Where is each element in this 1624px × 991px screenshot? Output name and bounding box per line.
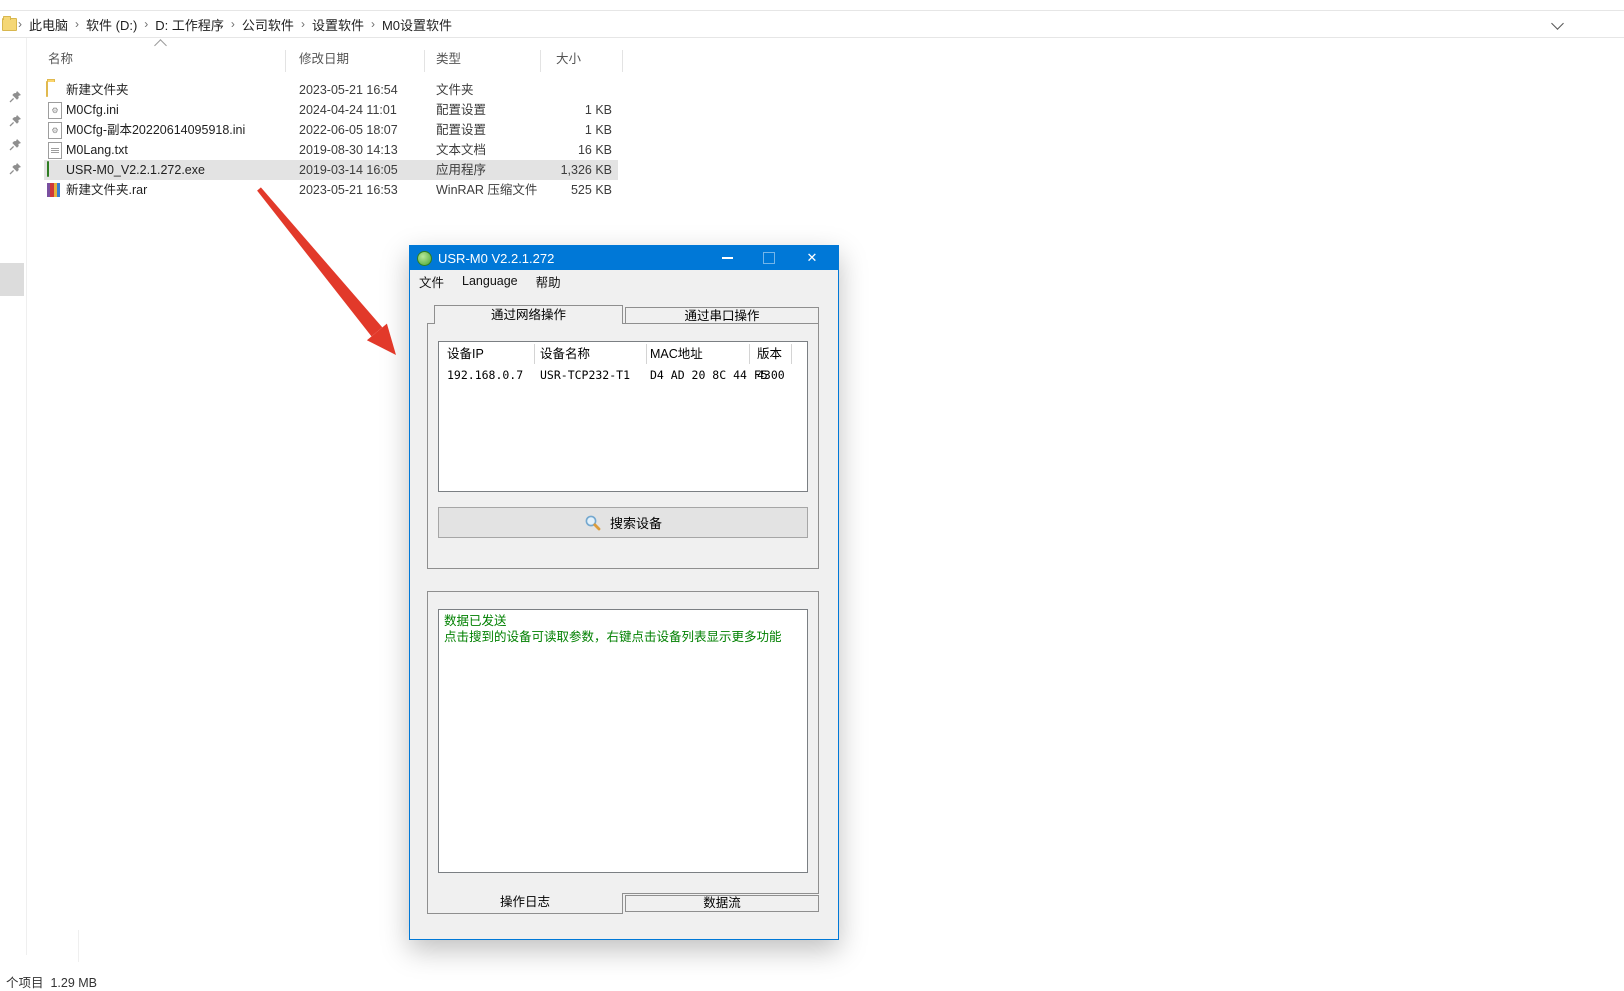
column-header-date[interactable]: 修改日期	[299, 48, 349, 72]
minimize-button[interactable]	[710, 246, 744, 270]
maximize-icon	[763, 252, 775, 264]
device-ip: 192.168.0.7	[447, 367, 523, 383]
rar-file-icon	[46, 182, 62, 198]
dialog-title: USR-M0 V2.2.1.272	[438, 251, 554, 266]
log-line: 数据已发送	[444, 613, 802, 629]
status-bar-text: 个项目 1.29 MB	[6, 972, 97, 991]
usr-m0-app-icon	[417, 251, 432, 266]
device-version: 4300	[757, 367, 785, 383]
column-header-size[interactable]: 大小	[556, 48, 581, 72]
device-col-name[interactable]: 设备名称	[540, 345, 590, 363]
magnifier-icon	[584, 514, 601, 531]
column-divider[interactable]	[622, 50, 623, 72]
tab-network-operation[interactable]: 通过网络操作	[434, 305, 623, 324]
pin-icon	[9, 162, 22, 175]
device-list[interactable]: 设备IP 设备名称 MAC地址 版本 192.168.0.7 USR-TCP23…	[438, 341, 808, 492]
breadcrumb-item-settings-software[interactable]: 设置软件	[306, 15, 370, 34]
file-row-new-folder-rar[interactable]: 新建文件夹.rar 2023-05-21 16:53 WinRAR 压缩文件 5…	[44, 180, 618, 200]
menu-language[interactable]: Language	[453, 270, 527, 292]
ini-file-icon: ⚙	[46, 102, 62, 118]
menu-file[interactable]: 文件	[410, 270, 453, 292]
close-button[interactable]: ✕	[795, 246, 829, 270]
tab-operation-log[interactable]: 操作日志	[427, 893, 623, 914]
operation-log-area[interactable]: 数据已发送 点击搜到的设备可读取参数，右键点击设备列表显示更多功能	[438, 609, 808, 873]
dialog-menubar: 文件 Language 帮助	[410, 270, 838, 292]
search-device-button[interactable]: 搜索设备	[438, 507, 808, 538]
file-row-m0lang-txt[interactable]: M0Lang.txt 2019-08-30 14:13 文本文档 16 KB	[44, 140, 618, 160]
file-row-m0cfg-ini[interactable]: ⚙ M0Cfg.ini 2024-04-24 11:01 配置设置 1 KB	[44, 100, 618, 120]
tab-serial-operation[interactable]: 通过串口操作	[625, 307, 819, 324]
column-divider[interactable]	[424, 50, 425, 72]
exe-file-icon	[46, 162, 62, 178]
device-col-divider	[791, 344, 792, 364]
column-header-name[interactable]: 名称	[48, 48, 73, 72]
ini-file-icon: ⚙	[46, 122, 62, 138]
log-line: 点击搜到的设备可读取参数，右键点击设备列表显示更多功能	[444, 629, 802, 645]
explorer-address-bar: › 此电脑 › 软件 (D:) › D: 工作程序 › 公司软件 › 设置软件 …	[0, 10, 1624, 38]
breadcrumb-item-drive-d[interactable]: 软件 (D:)	[80, 15, 143, 34]
desktop-screenshot: › 此电脑 › 软件 (D:) › D: 工作程序 › 公司软件 › 设置软件 …	[0, 0, 1624, 983]
maximize-button[interactable]	[752, 246, 786, 270]
breadcrumb-item-work-programs[interactable]: D: 工作程序	[149, 15, 230, 34]
status-divider	[78, 930, 79, 962]
breadcrumb-item-m0-settings-software[interactable]: M0设置软件	[376, 15, 458, 34]
txt-file-icon	[46, 142, 62, 158]
pin-icon	[9, 114, 22, 127]
device-col-mac[interactable]: MAC地址	[650, 345, 703, 363]
device-col-divider	[749, 344, 750, 364]
file-row-usr-m0-exe[interactable]: USR-M0_V2.2.1.272.exe 2019-03-14 16:05 应…	[44, 160, 618, 180]
nav-pane-divider	[26, 38, 27, 955]
tab-data-stream[interactable]: 数据流	[625, 895, 819, 912]
usr-m0-dialog: USR-M0 V2.2.1.272 ✕ 文件 Language 帮助 通过网络操…	[409, 245, 839, 940]
pin-icon	[9, 138, 22, 151]
breadcrumb-item-this-pc[interactable]: 此电脑	[23, 15, 74, 34]
sort-ascending-icon	[154, 39, 167, 52]
close-icon: ✕	[807, 246, 818, 270]
folder-icon	[46, 82, 62, 98]
device-col-ip[interactable]: 设备IP	[447, 345, 484, 363]
nav-scrollbar-thumb[interactable]	[0, 263, 24, 296]
device-col-divider	[534, 344, 535, 364]
device-mac: D4 AD 20 8C 44 F5	[650, 367, 768, 383]
breadcrumb-item-company-software[interactable]: 公司软件	[236, 15, 300, 34]
address-folder-icon	[2, 18, 17, 31]
column-header-type[interactable]: 类型	[436, 48, 461, 72]
pin-icon	[9, 90, 22, 103]
device-name: USR-TCP232-T1	[540, 367, 630, 383]
device-col-divider	[646, 344, 647, 364]
search-device-label: 搜索设备	[610, 513, 662, 532]
file-row-new-folder[interactable]: 新建文件夹 2023-05-21 16:54 文件夹	[44, 80, 618, 100]
column-divider[interactable]	[540, 50, 541, 72]
menu-help[interactable]: 帮助	[527, 270, 570, 292]
minimize-icon	[722, 257, 733, 259]
file-row-m0cfg-copy-ini[interactable]: ⚙ M0Cfg-副本20220614095918.ini 2022-06-05 …	[44, 120, 618, 140]
device-col-version[interactable]: 版本	[757, 345, 782, 363]
column-divider[interactable]	[285, 50, 286, 72]
